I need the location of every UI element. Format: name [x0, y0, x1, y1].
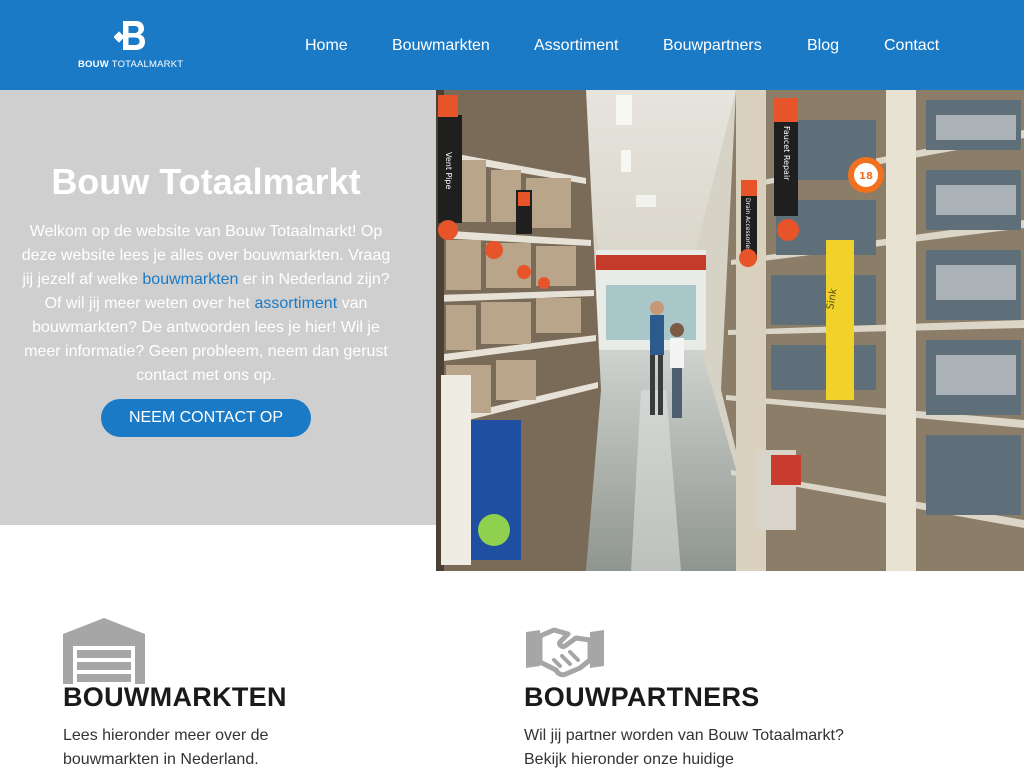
feature-bouwmarkten: BOUWMARKTEN Lees hieronder meer over de …	[63, 618, 423, 768]
logo-text: BOUW TOTAALMARKT	[78, 59, 183, 70]
hero-title: Bouw Totaalmarkt	[51, 161, 361, 202]
logo-mark-icon	[114, 21, 145, 50]
warehouse-icon	[63, 618, 145, 684]
site-logo[interactable]: BOUW TOTAALMARKT	[78, 20, 183, 70]
link-bouwmarkten[interactable]: bouwmarkten	[142, 271, 238, 288]
logo-text-bold: BOUW	[78, 59, 109, 70]
store-aisle-image: Vent Pipe Faucet Repair Drain Accessorie…	[436, 90, 1024, 571]
aisle-number-badge: 18	[859, 171, 873, 182]
feature-text-bouwmarkten: Lees hieronder meer over de bouwmarkten …	[63, 727, 269, 768]
feature-title-bouwpartners: BOUWPARTNERS	[524, 682, 760, 712]
hero-panel: Bouw Totaalmarkt Welkom op de website va…	[0, 90, 436, 525]
link-assortiment[interactable]: assortiment	[254, 295, 337, 312]
nav-blog[interactable]: Blog	[807, 36, 839, 56]
nav-bouwmarkten[interactable]: Bouwmarkten	[392, 36, 490, 56]
nav-contact[interactable]: Contact	[884, 36, 939, 56]
nav-bouwpartners[interactable]: Bouwpartners	[663, 36, 762, 56]
sign-faucet-repair: Faucet Repair	[782, 126, 791, 181]
store-aisle-photo: Vent Pipe Faucet Repair Drain Accessorie…	[436, 90, 1024, 571]
feature-title-bouwmarkten: BOUWMARKTEN	[63, 682, 287, 712]
nav-home[interactable]: Home	[305, 36, 348, 56]
nav-assortiment[interactable]: Assortiment	[534, 36, 618, 56]
feature-bouwpartners: BOUWPARTNERS Wil jij partner worden van …	[524, 618, 944, 768]
handshake-icon	[526, 627, 604, 678]
contact-cta-button[interactable]: NEEM CONTACT OP	[101, 399, 311, 437]
logo-text-rest: TOTAALMARKT	[111, 59, 184, 70]
hero-intro: Welkom op de website van Bouw Totaalmark…	[18, 220, 394, 388]
sign-vent-pipe: Vent Pipe	[444, 152, 453, 189]
feature-text-bouwpartners: Wil jij partner worden van Bouw Totaalma…	[524, 727, 844, 768]
sign-drain-accessories: Drain Accessories	[744, 198, 751, 251]
site-header: BOUW TOTAALMARKT Home Bouwmarkten Assort…	[0, 0, 1024, 90]
